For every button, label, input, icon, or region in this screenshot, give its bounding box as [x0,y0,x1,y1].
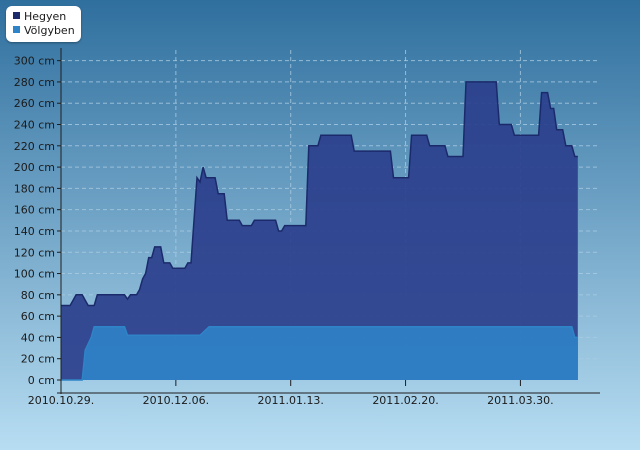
y-tick-label: 20 cm [21,353,55,366]
x-tick-label: 2010.10.29. [28,394,94,407]
x-tick-label: 2011.02.20. [372,394,438,407]
legend-label-hegyen: Hegyen [24,10,67,23]
y-tick-label: 200 cm [14,161,55,174]
y-tick-label: 220 cm [14,140,55,153]
y-tick-label: 80 cm [21,289,55,302]
x-tick-label: 2010.12.06. [143,394,209,407]
legend-label-volgyben: Völgyben [24,24,75,37]
legend-swatch-hegyen [13,12,20,19]
legend-item-volgyben: Völgyben [13,24,75,38]
legend: Hegyen Völgyben [6,6,81,42]
y-tick-label: 40 cm [21,331,55,344]
y-tick-label: 180 cm [14,182,55,195]
y-tick-label: 120 cm [14,246,55,259]
legend-item-hegyen: Hegyen [13,10,66,24]
y-tick-label: 260 cm [14,97,55,110]
y-tick-label: 280 cm [14,76,55,89]
chart-root: 0 cm 20 cm 40 cm 60 cm 80 cm 100 cm 120 cm 140 … [0,0,640,450]
y-tick-label: 240 cm [14,119,55,132]
y-tick-label: 60 cm [21,310,55,323]
x-tick-label: 2011.03.30. [487,394,553,407]
y-tick-label: 300 cm [14,55,55,68]
y-tick-label: 160 cm [14,204,55,217]
y-tick-label: 140 cm [14,225,55,238]
y-tick-label: 0 cm [28,374,55,387]
snow-depth-chart: 0 cm 20 cm 40 cm 60 cm 80 cm 100 cm 120 cm 140 … [0,0,640,450]
x-tick-label: 2011.01.13. [257,394,323,407]
y-tick-label: 100 cm [14,268,55,281]
legend-swatch-volgyben [13,26,20,33]
